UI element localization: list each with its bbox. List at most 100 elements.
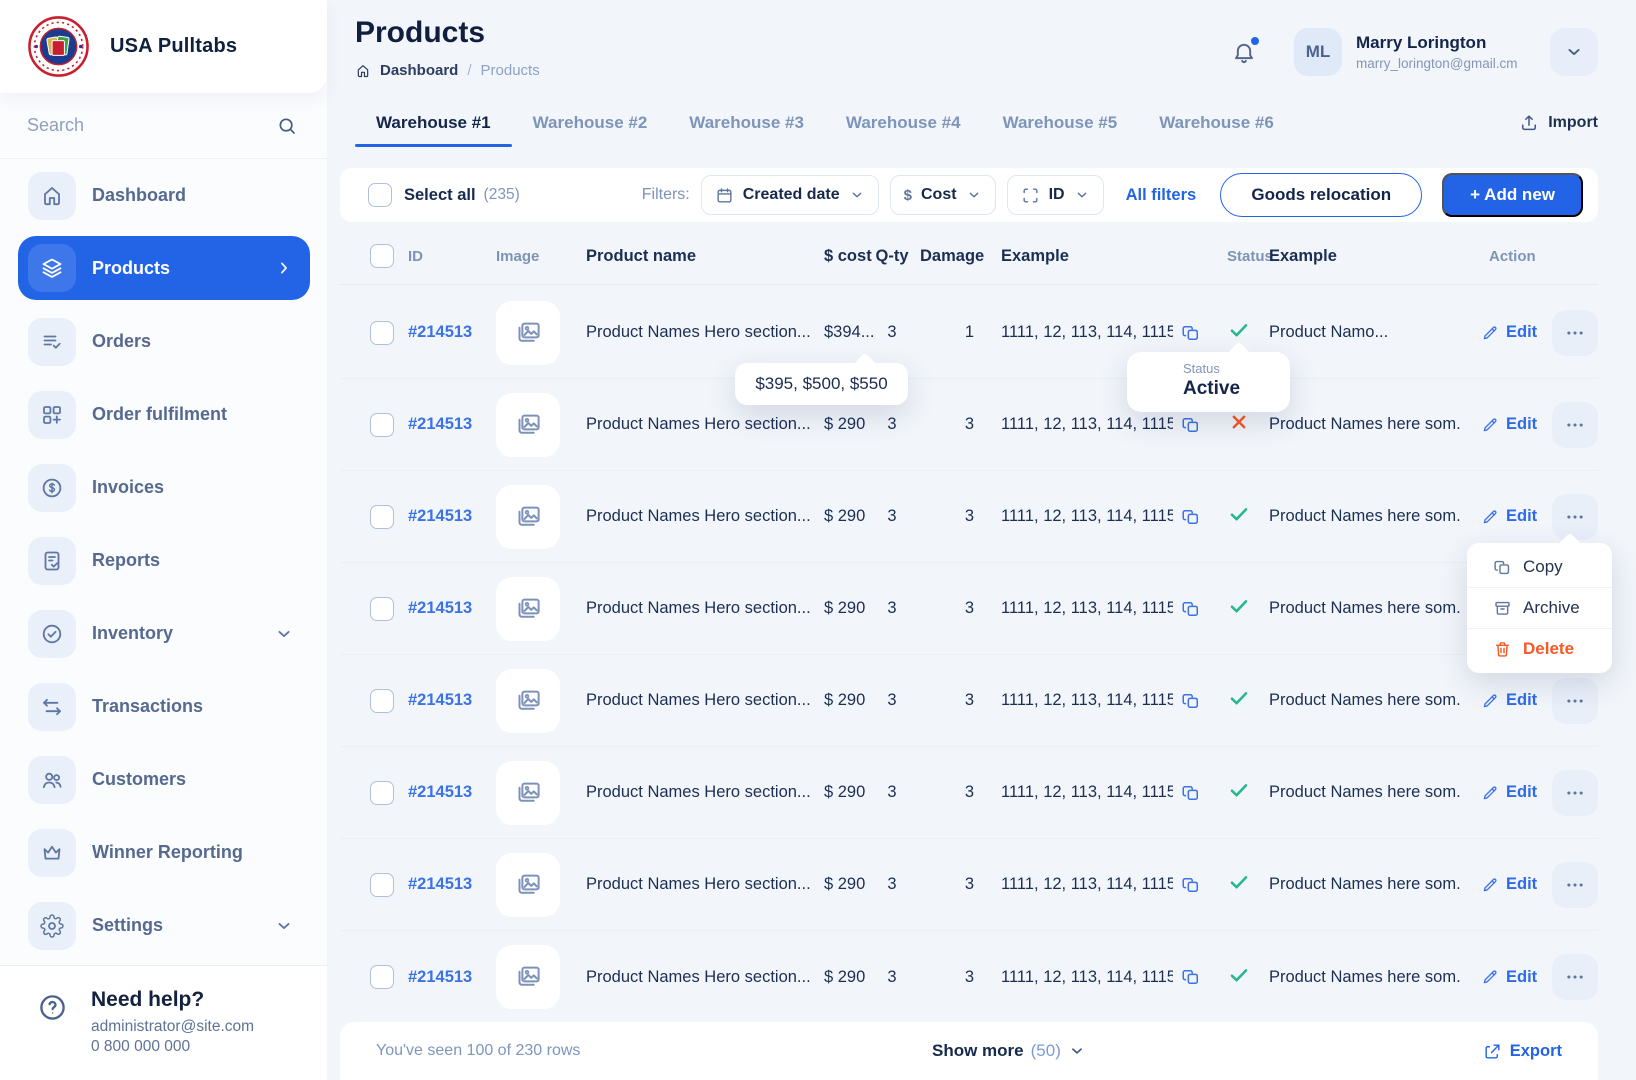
tab-warehouse-1[interactable]: Warehouse #1 — [355, 105, 512, 145]
copy-example-button[interactable] — [1181, 875, 1201, 895]
col-status[interactable]: Status — [1227, 248, 1251, 265]
edit-button[interactable]: Edit — [1481, 691, 1543, 710]
picture-icon — [513, 778, 543, 808]
copy-example-button[interactable] — [1181, 599, 1201, 619]
product-id-link[interactable]: #214513 — [408, 691, 472, 709]
product-id-link[interactable]: #214513 — [408, 599, 472, 617]
col-example-2[interactable]: Example — [1269, 247, 1461, 266]
product-image-cell — [496, 669, 560, 733]
copy-example-button[interactable] — [1181, 967, 1201, 987]
add-new-button[interactable]: + Add new — [1442, 173, 1583, 217]
col-qty[interactable]: Q-ty — [864, 247, 920, 266]
sidebar-item-orders[interactable]: Orders — [18, 305, 310, 378]
question-circle-icon — [37, 992, 68, 1023]
row-checkbox[interactable] — [370, 597, 394, 621]
sidebar-item-winner-reporting[interactable]: Winner Reporting — [18, 816, 310, 889]
menu-item-copy[interactable]: Copy — [1467, 547, 1612, 587]
filter-pill-cost[interactable]: $Cost — [890, 175, 996, 215]
crown-icon — [40, 841, 64, 865]
col-product-name[interactable]: Product name — [586, 247, 824, 266]
header-checkbox[interactable] — [370, 244, 394, 268]
col-example[interactable]: Example — [1001, 247, 1201, 266]
row-checkbox[interactable] — [370, 689, 394, 713]
table-row: #214513Product Names Hero section...$ 29… — [340, 747, 1598, 839]
edit-button[interactable]: Edit — [1481, 783, 1543, 802]
row-checkbox[interactable] — [370, 965, 394, 989]
menu-item-archive[interactable]: Archive — [1467, 588, 1612, 628]
product-example-2: Product Names here som... — [1269, 968, 1461, 987]
sidebar-item-inventory[interactable]: Inventory — [18, 597, 310, 670]
row-menu-button[interactable] — [1552, 310, 1598, 356]
sidebar-item-settings[interactable]: Settings — [18, 889, 310, 962]
sidebar-item-order-fulfilment[interactable]: Order fulfilment — [18, 378, 310, 451]
col-cost[interactable]: $ cost — [824, 247, 864, 266]
copy-example-button[interactable] — [1181, 783, 1201, 803]
row-menu-button[interactable] — [1552, 494, 1598, 540]
goods-relocation-button[interactable]: Goods relocation — [1220, 173, 1422, 217]
tab-warehouse-4[interactable]: Warehouse #4 — [825, 105, 982, 145]
status-active-icon — [1227, 318, 1251, 342]
select-all-label[interactable]: Select all — [404, 186, 476, 205]
product-id-link[interactable]: #214513 — [408, 507, 472, 525]
tab-warehouse-5[interactable]: Warehouse #5 — [982, 105, 1139, 145]
search-input[interactable] — [27, 115, 237, 136]
filter-pill-created-date[interactable]: Created date — [701, 175, 879, 215]
sidebar-item-invoices[interactable]: Invoices — [18, 451, 310, 524]
row-menu-button[interactable] — [1552, 954, 1598, 1000]
edit-button[interactable]: Edit — [1481, 507, 1543, 526]
help-email[interactable]: administrator@site.com — [91, 1018, 254, 1036]
copy-example-button[interactable] — [1181, 507, 1201, 527]
tab-warehouse-2[interactable]: Warehouse #2 — [512, 105, 669, 145]
sidebar-item-label: Order fulfilment — [92, 404, 227, 425]
tab-warehouse-6[interactable]: Warehouse #6 — [1138, 105, 1295, 145]
sidebar-item-products[interactable]: Products — [18, 236, 310, 300]
product-example: 1111, 12, 113, 114, 1115... — [1001, 323, 1173, 342]
notifications-button[interactable] — [1231, 39, 1257, 66]
copy-example-button[interactable] — [1181, 415, 1201, 435]
copy-example-button[interactable] — [1181, 323, 1201, 343]
edit-button[interactable]: Edit — [1481, 968, 1543, 987]
import-button[interactable]: Import — [1519, 105, 1598, 145]
edit-button[interactable]: Edit — [1481, 415, 1543, 434]
row-checkbox[interactable] — [370, 505, 394, 529]
select-all-checkbox[interactable] — [368, 183, 392, 207]
breadcrumb-dashboard[interactable]: Dashboard — [380, 62, 458, 79]
row-checkbox[interactable] — [370, 781, 394, 805]
product-status — [1227, 594, 1251, 623]
row-menu-button[interactable] — [1552, 678, 1598, 724]
dollar-icon: $ — [904, 187, 912, 204]
menu-item-delete[interactable]: Delete — [1467, 629, 1612, 669]
product-id-link[interactable]: #214513 — [408, 415, 472, 433]
product-id-link[interactable]: #214513 — [408, 875, 472, 893]
product-damage: 1 — [920, 323, 992, 342]
row-checkbox[interactable] — [370, 321, 394, 345]
sidebar-item-reports[interactable]: Reports — [18, 524, 310, 597]
show-more-label: Show more — [932, 1041, 1024, 1061]
sidebar-item-dashboard[interactable]: Dashboard — [18, 159, 310, 232]
col-damage[interactable]: Damage — [920, 247, 992, 266]
sidebar-item-transactions[interactable]: Transactions — [18, 670, 310, 743]
tab-warehouse-3[interactable]: Warehouse #3 — [668, 105, 825, 145]
filter-pill-id[interactable]: ID — [1007, 175, 1104, 215]
edit-button[interactable]: Edit — [1481, 875, 1543, 894]
row-checkbox[interactable] — [370, 873, 394, 897]
avatar[interactable]: ML — [1294, 28, 1342, 76]
show-more-button[interactable]: Show more (50) — [932, 1041, 1086, 1061]
product-id-link[interactable]: #214513 — [408, 968, 472, 986]
product-id-link[interactable]: #214513 — [408, 323, 472, 341]
help-phone[interactable]: 0 800 000 000 — [91, 1038, 254, 1056]
edit-button[interactable]: Edit — [1481, 323, 1543, 342]
row-menu-button[interactable] — [1552, 402, 1598, 448]
export-button[interactable]: Export — [1483, 1042, 1562, 1061]
col-id[interactable]: ID — [408, 248, 496, 265]
row-menu-button[interactable] — [1552, 770, 1598, 816]
product-id-link[interactable]: #214513 — [408, 783, 472, 801]
all-filters-link[interactable]: All filters — [1126, 186, 1197, 205]
row-checkbox[interactable] — [370, 413, 394, 437]
sidebar-item-customers[interactable]: Customers — [18, 743, 310, 816]
user-menu-button[interactable] — [1550, 28, 1598, 76]
col-action: Action — [1481, 248, 1536, 265]
copy-example-button[interactable] — [1181, 691, 1201, 711]
row-menu-button[interactable] — [1552, 862, 1598, 908]
search-icon[interactable] — [276, 115, 298, 137]
